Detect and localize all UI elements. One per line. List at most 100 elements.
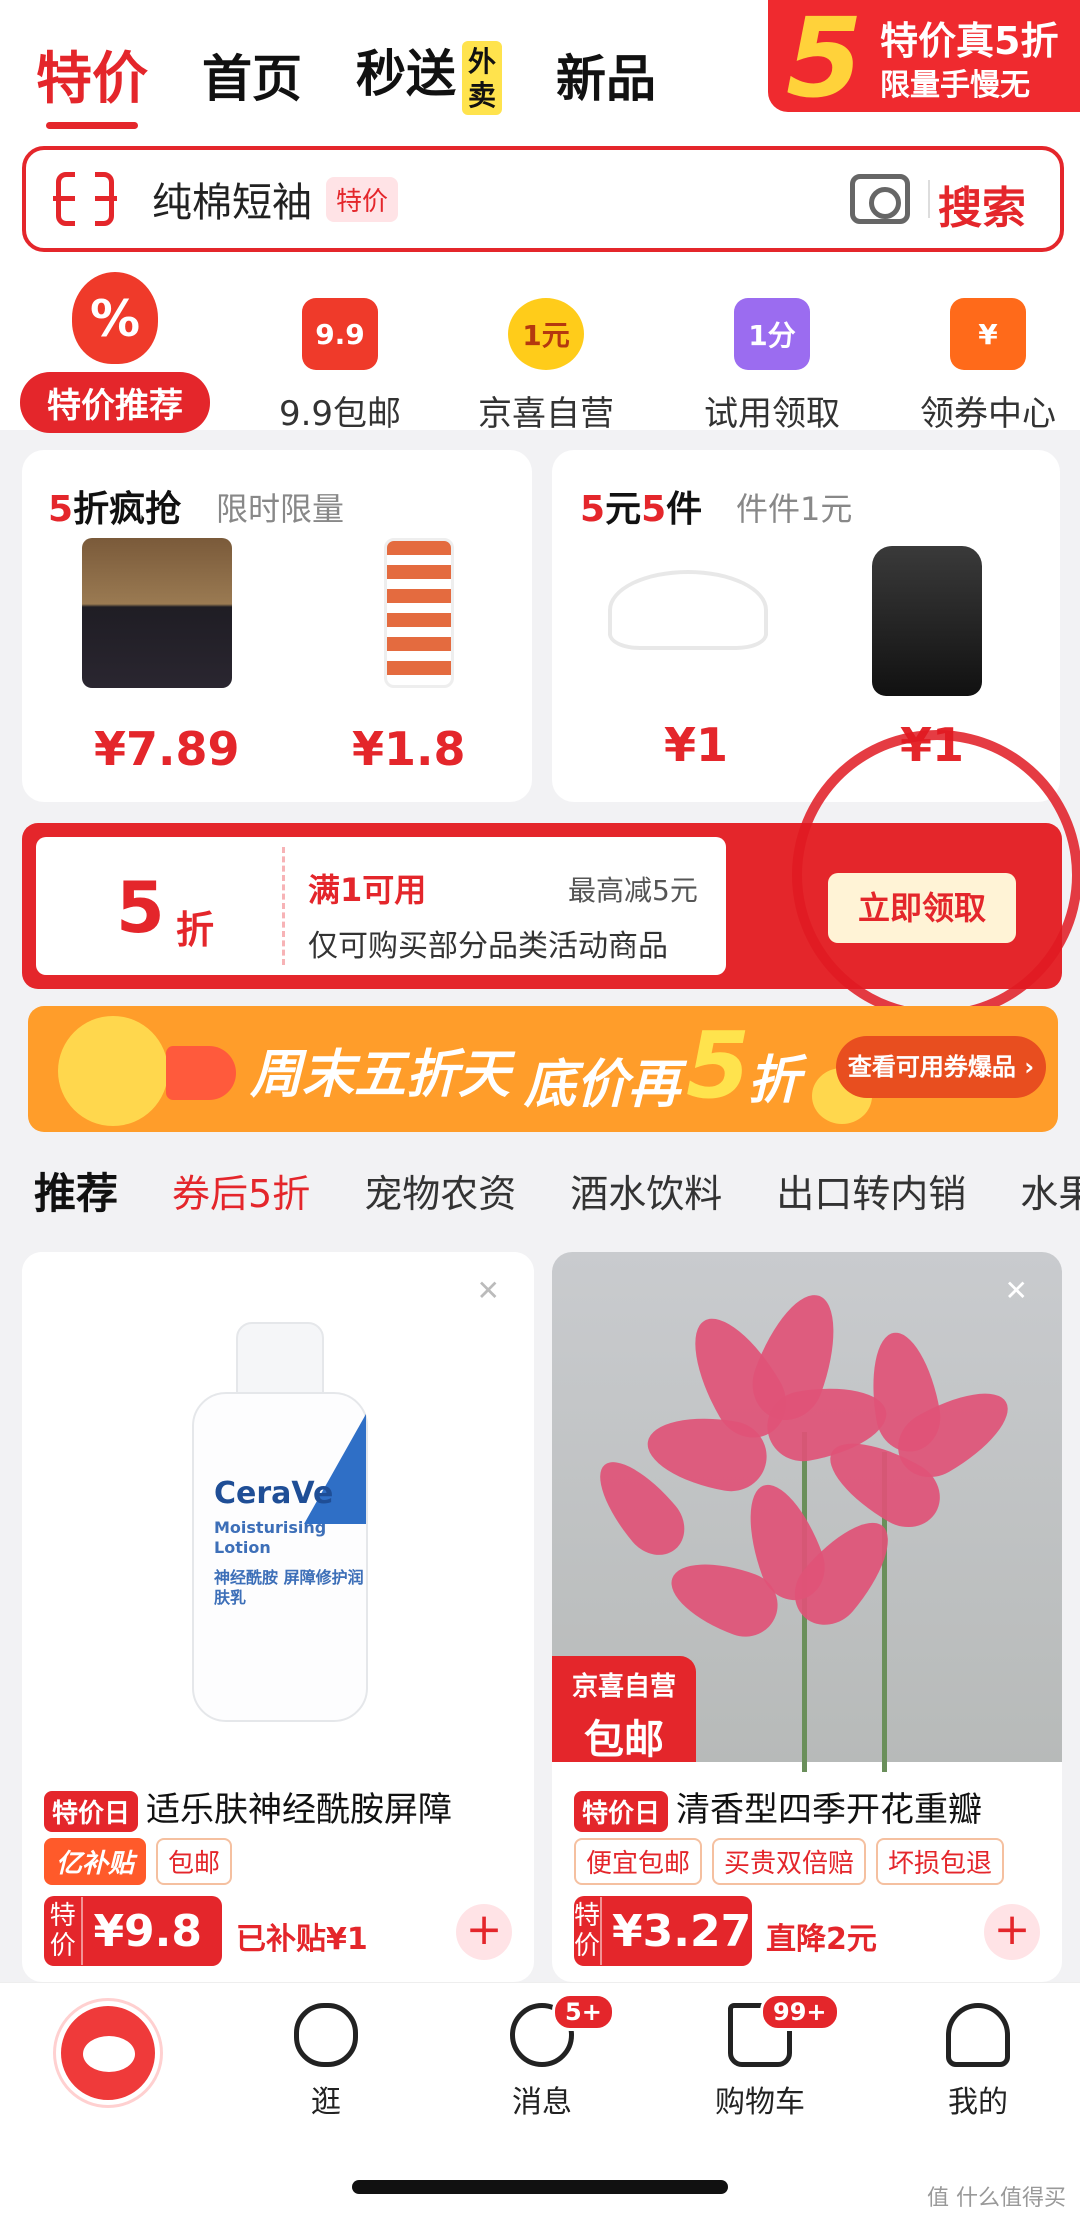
product-image-eyeshadow[interactable] <box>82 538 232 688</box>
tab-cart[interactable]: 99+ 购物车 <box>680 1993 840 2121</box>
close-icon[interactable]: ✕ <box>1005 1274 1028 1307</box>
banner-text: 折 <box>748 1051 801 1111</box>
nav-item-label: 试用领取 <box>704 394 840 434</box>
tab-fruit[interactable]: 水果 <box>1020 1163 1080 1218</box>
9.9-icon: 9.9 <box>302 298 378 370</box>
subsidy-tip: 已补贴¥1 <box>236 1922 368 1957</box>
view-coupon-products-button[interactable]: 查看可用券爆品 › <box>836 1036 1046 1098</box>
coupon-body: 5 折 满1可用 最高减5元 仅可购买部分品类活动商品 <box>36 837 726 975</box>
free-shipping-chip: 包邮 <box>156 1838 233 1885</box>
banner-text: 周末五折天 <box>250 1045 511 1105</box>
product-card[interactable]: 京喜自营 包邮 ✕ 特价日 清香型四季开花重瓣 便宜包邮 买贵双倍赔 坏损包退 特… <box>552 1252 1062 1982</box>
price-box: 特价 ¥3.27 <box>574 1896 752 1966</box>
jingxi-badge: 京喜自营 包邮 <box>552 1656 696 1763</box>
product-image-shoe-rack[interactable] <box>384 538 454 688</box>
search-bar[interactable]: 纯棉短袖 特价 搜索 <box>22 146 1064 252</box>
mascot-icon <box>58 1016 168 1126</box>
tab-drinks[interactable]: 酒水饮料 <box>570 1163 722 1218</box>
coupon-condition: 满1可用 <box>308 871 427 909</box>
tab-label: 消息 <box>512 2085 572 2120</box>
product-image[interactable]: CeraVe Moisturising Lotion 神经酰胺 屏障修护润肤乳 <box>22 1252 534 1762</box>
cart-badge: 99+ <box>760 1993 840 2031</box>
tab-label: 我的 <box>948 2085 1008 2120</box>
special-day-tag: 特价日 <box>44 1791 139 1832</box>
scan-icon[interactable] <box>53 169 117 229</box>
search-input[interactable]: 纯棉短袖 <box>152 170 312 228</box>
price-value: ¥3.27 <box>612 1905 752 1957</box>
discount-tip: 直降2元 <box>766 1922 877 1957</box>
double-refund-chip: 买贵双倍赔 <box>712 1838 867 1885</box>
product-title: 特价日 清香型四季开花重瓣 <box>574 1782 1052 1832</box>
home-mascot-icon[interactable] <box>56 2001 160 2105</box>
watermark: 值 什么值得买 <box>927 2186 1066 2211</box>
banner-five: 5 <box>686 1012 751 1119</box>
deal-card-half-price[interactable]: 5折疯抢 限时限量 ¥7.89 ¥1.8 <box>22 450 532 802</box>
product-image-trash-bag[interactable] <box>872 546 982 696</box>
close-icon[interactable]: ✕ <box>477 1274 500 1307</box>
search-divider <box>928 180 930 218</box>
search-button[interactable]: 搜索 <box>938 172 1026 236</box>
price-value: ¥9.8 <box>93 1905 202 1957</box>
tab-stroll[interactable]: 逛 <box>246 2003 406 2121</box>
nav-item-label: 特价推荐 <box>20 372 210 433</box>
tab-label: 购物车 <box>715 2085 805 2120</box>
feed-category-tabs: 推荐 券后5折 宠物农资 酒水饮料 出口转内销 水果 <box>0 1150 1080 1230</box>
tab-export[interactable]: 出口转内销 <box>776 1163 966 1218</box>
nav-item-coupon[interactable]: ¥ 领券中心 <box>888 298 1080 435</box>
product-image-hanger[interactable] <box>608 570 768 650</box>
price-label: 特价 <box>574 1897 603 1965</box>
tab-tejia[interactable]: 特价 <box>36 34 148 129</box>
deal-card-title: 5元5件 <box>580 489 703 530</box>
tab-pet[interactable]: 宠物农资 <box>364 1163 516 1218</box>
deal-card-subtitle: 件件1元 <box>736 490 853 528</box>
message-badge: 5+ <box>552 1993 615 2031</box>
product-title: 特价日 适乐肤神经酰胺屏障 <box>44 1782 524 1832</box>
tab-coupon-half[interactable]: 券后5折 <box>172 1163 310 1218</box>
coupon-divider <box>282 847 285 965</box>
product-chips: 亿补贴 包邮 <box>44 1838 242 1885</box>
tab-new[interactable]: 新品 <box>556 39 656 111</box>
tab-recommend[interactable]: 推荐 <box>34 1160 118 1221</box>
coupon-unit: 折 <box>176 908 215 952</box>
promo-big-five: 5 <box>786 0 863 122</box>
promo-line2: 限量手慢无 <box>880 68 1030 103</box>
camera-icon[interactable] <box>850 174 910 224</box>
coupon-icon: ¥ <box>950 298 1026 370</box>
flame-percent-icon: % <box>72 272 158 364</box>
header-tabs: 特价 首页 秒送 外卖 新品 <box>36 34 710 129</box>
subsidy-chip: 亿补贴 <box>44 1838 147 1885</box>
cheap-shipping-chip: 便宜包邮 <box>574 1838 703 1885</box>
stroll-icon <box>294 2003 358 2067</box>
badge-text: 包邮 <box>584 1717 664 1763</box>
tab-miaosong[interactable]: 秒送 外卖 <box>356 34 502 115</box>
tab-profile[interactable]: 我的 <box>898 2003 1058 2121</box>
category-nav: % 特价推荐 9.9 9.9包邮 1元 京喜自营 1分 试用领取 ¥ 领券中心 <box>0 272 1080 435</box>
jingxi-icon: 1元 <box>508 298 584 370</box>
nav-item-label: 9.9包邮 <box>278 394 402 434</box>
deal-card-title: 5折疯抢 <box>48 489 182 530</box>
lotion-bottle-image: CeraVe Moisturising Lotion 神经酰胺 屏障修护润肤乳 <box>192 1322 368 1722</box>
product-card[interactable]: CeraVe Moisturising Lotion 神经酰胺 屏障修护润肤乳 … <box>22 1252 534 1982</box>
weekend-banner[interactable]: 周末五折天 底价再 5 折 查看可用券爆品 › <box>28 1006 1058 1132</box>
tab-home[interactable]: 首页 <box>202 39 302 111</box>
coupon-desc: 仅可购买部分品类活动商品 <box>308 929 668 964</box>
deal-card-subtitle: 限时限量 <box>216 490 345 528</box>
add-to-cart-button[interactable]: + <box>456 1904 512 1960</box>
nav-item-trial[interactable]: 1分 试用领取 <box>672 298 872 435</box>
nav-item-99[interactable]: 9.9 9.9包邮 <box>240 298 440 435</box>
tab-messages[interactable]: 5+ 消息 <box>462 1993 622 2121</box>
add-to-cart-button[interactable]: + <box>984 1904 1040 1960</box>
product-price: ¥7.89 <box>94 722 240 776</box>
nav-item-jingxi[interactable]: 1元 京喜自营 <box>446 298 646 435</box>
special-day-tag: 特价日 <box>574 1791 669 1832</box>
search-tag: 特价 <box>326 176 399 222</box>
product-image[interactable]: 京喜自营 包邮 <box>552 1252 1062 1772</box>
nav-item-label: 领券中心 <box>920 394 1056 434</box>
trial-bag-icon: 1分 <box>734 298 810 370</box>
corner-promo[interactable]: 5 特价真5折 限量手慢无 <box>768 0 1080 122</box>
nav-item-hot[interactable]: % 特价推荐 <box>20 272 210 434</box>
product-price: ¥1 <box>664 718 729 772</box>
tab-label: 逛 <box>311 2085 341 2120</box>
promo-line1: 特价真5折 <box>880 19 1059 63</box>
megaphone-icon <box>166 1046 236 1100</box>
